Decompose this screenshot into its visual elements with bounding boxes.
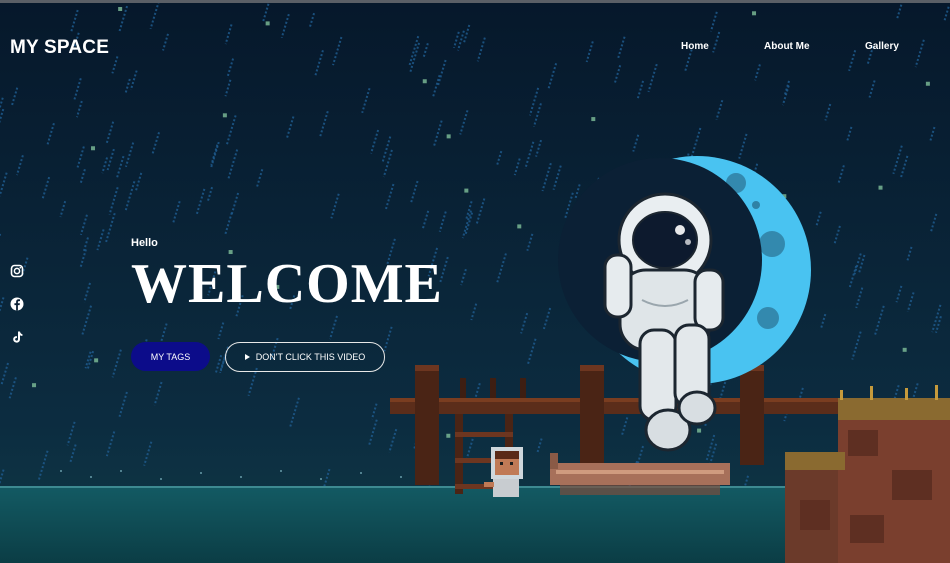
- play-video-button[interactable]: DON'T CLICK THIS VIDEO: [225, 342, 385, 372]
- star: [464, 188, 469, 193]
- star: [94, 358, 99, 363]
- star: [446, 134, 451, 139]
- star: [32, 383, 37, 388]
- star: [517, 224, 522, 229]
- facebook-icon[interactable]: [10, 297, 24, 311]
- star: [265, 21, 270, 26]
- star: [752, 11, 757, 16]
- star: [925, 81, 930, 86]
- star: [878, 185, 883, 190]
- nav-home[interactable]: Home: [681, 41, 709, 52]
- star: [118, 7, 123, 12]
- my-tags-button[interactable]: MY TAGS: [131, 342, 210, 371]
- star: [222, 113, 227, 118]
- star: [697, 428, 702, 433]
- play-video-label: DON'T CLICK THIS VIDEO: [255, 352, 366, 362]
- nav-about-me[interactable]: About Me: [764, 41, 810, 52]
- star: [591, 117, 596, 122]
- star: [902, 347, 907, 352]
- tiktok-icon[interactable]: [10, 330, 24, 344]
- star: [446, 433, 451, 438]
- instagram-icon[interactable]: [10, 264, 24, 278]
- hero-title: WELCOME: [131, 253, 443, 315]
- play-icon: [244, 354, 250, 360]
- nav-gallery[interactable]: Gallery: [865, 41, 899, 52]
- top-border: [0, 0, 950, 3]
- star: [91, 146, 96, 151]
- hero-greeting: Hello: [131, 237, 158, 249]
- star: [422, 79, 427, 84]
- site-logo[interactable]: MY SPACE: [10, 37, 109, 59]
